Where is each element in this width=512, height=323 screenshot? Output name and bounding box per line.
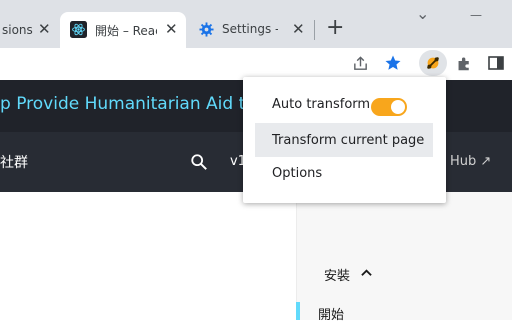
search-icon[interactable] [190, 153, 208, 171]
sidebar [296, 192, 512, 320]
tab-close-icon[interactable]: ✕ [38, 20, 51, 38]
auto-transform-toggle[interactable] [371, 98, 407, 116]
menu-item-label: Options [272, 166, 323, 181]
menu-item-label: Transform current page [272, 133, 425, 148]
menu-item-label: Auto transform [272, 97, 371, 112]
extension-button-active[interactable] [419, 50, 447, 76]
sidebar-item-get-started[interactable]: 開始 [318, 304, 344, 323]
puzzle-extensions-icon[interactable] [456, 55, 473, 72]
share-icon[interactable] [352, 55, 369, 72]
tab-title: 開始 – React [95, 24, 157, 38]
tab-react[interactable]: 開始 – React ✕ [60, 12, 186, 48]
chevron-up-icon [361, 269, 372, 276]
tab-title: sions [2, 23, 33, 37]
tab-separator [314, 20, 315, 40]
main-content [0, 192, 296, 320]
nav-link-github[interactable]: Hub ↗ [450, 154, 491, 169]
tab-close-icon[interactable]: ✕ [165, 20, 178, 38]
gear-icon [199, 22, 214, 37]
tab-search-chevron-icon[interactable]: ⌄ [416, 4, 429, 23]
tab-settings[interactable]: Settings - Settings ✕ [188, 12, 312, 48]
extension-logo-icon [426, 56, 440, 70]
extension-popup: Auto transform Transform current page Op… [243, 77, 446, 203]
tab-close-icon[interactable]: ✕ [292, 20, 305, 38]
new-tab-button[interactable]: + [326, 15, 344, 40]
minimize-button[interactable]: — [470, 8, 482, 22]
bookmark-star-icon[interactable] [384, 54, 402, 72]
toggle-knob [391, 100, 405, 114]
sidebar-section-install[interactable]: 安裝 [324, 265, 350, 284]
react-logo-icon [70, 21, 87, 38]
tab-title: Settings - Settings [222, 22, 278, 36]
side-panel-icon[interactable] [488, 55, 504, 71]
active-indicator [296, 302, 300, 320]
tab-extensions[interactable]: sions ✕ [0, 12, 60, 48]
nav-link-community[interactable]: 社群 [0, 152, 28, 172]
banner-text[interactable]: p Provide Humanitarian Aid to [0, 94, 256, 114]
